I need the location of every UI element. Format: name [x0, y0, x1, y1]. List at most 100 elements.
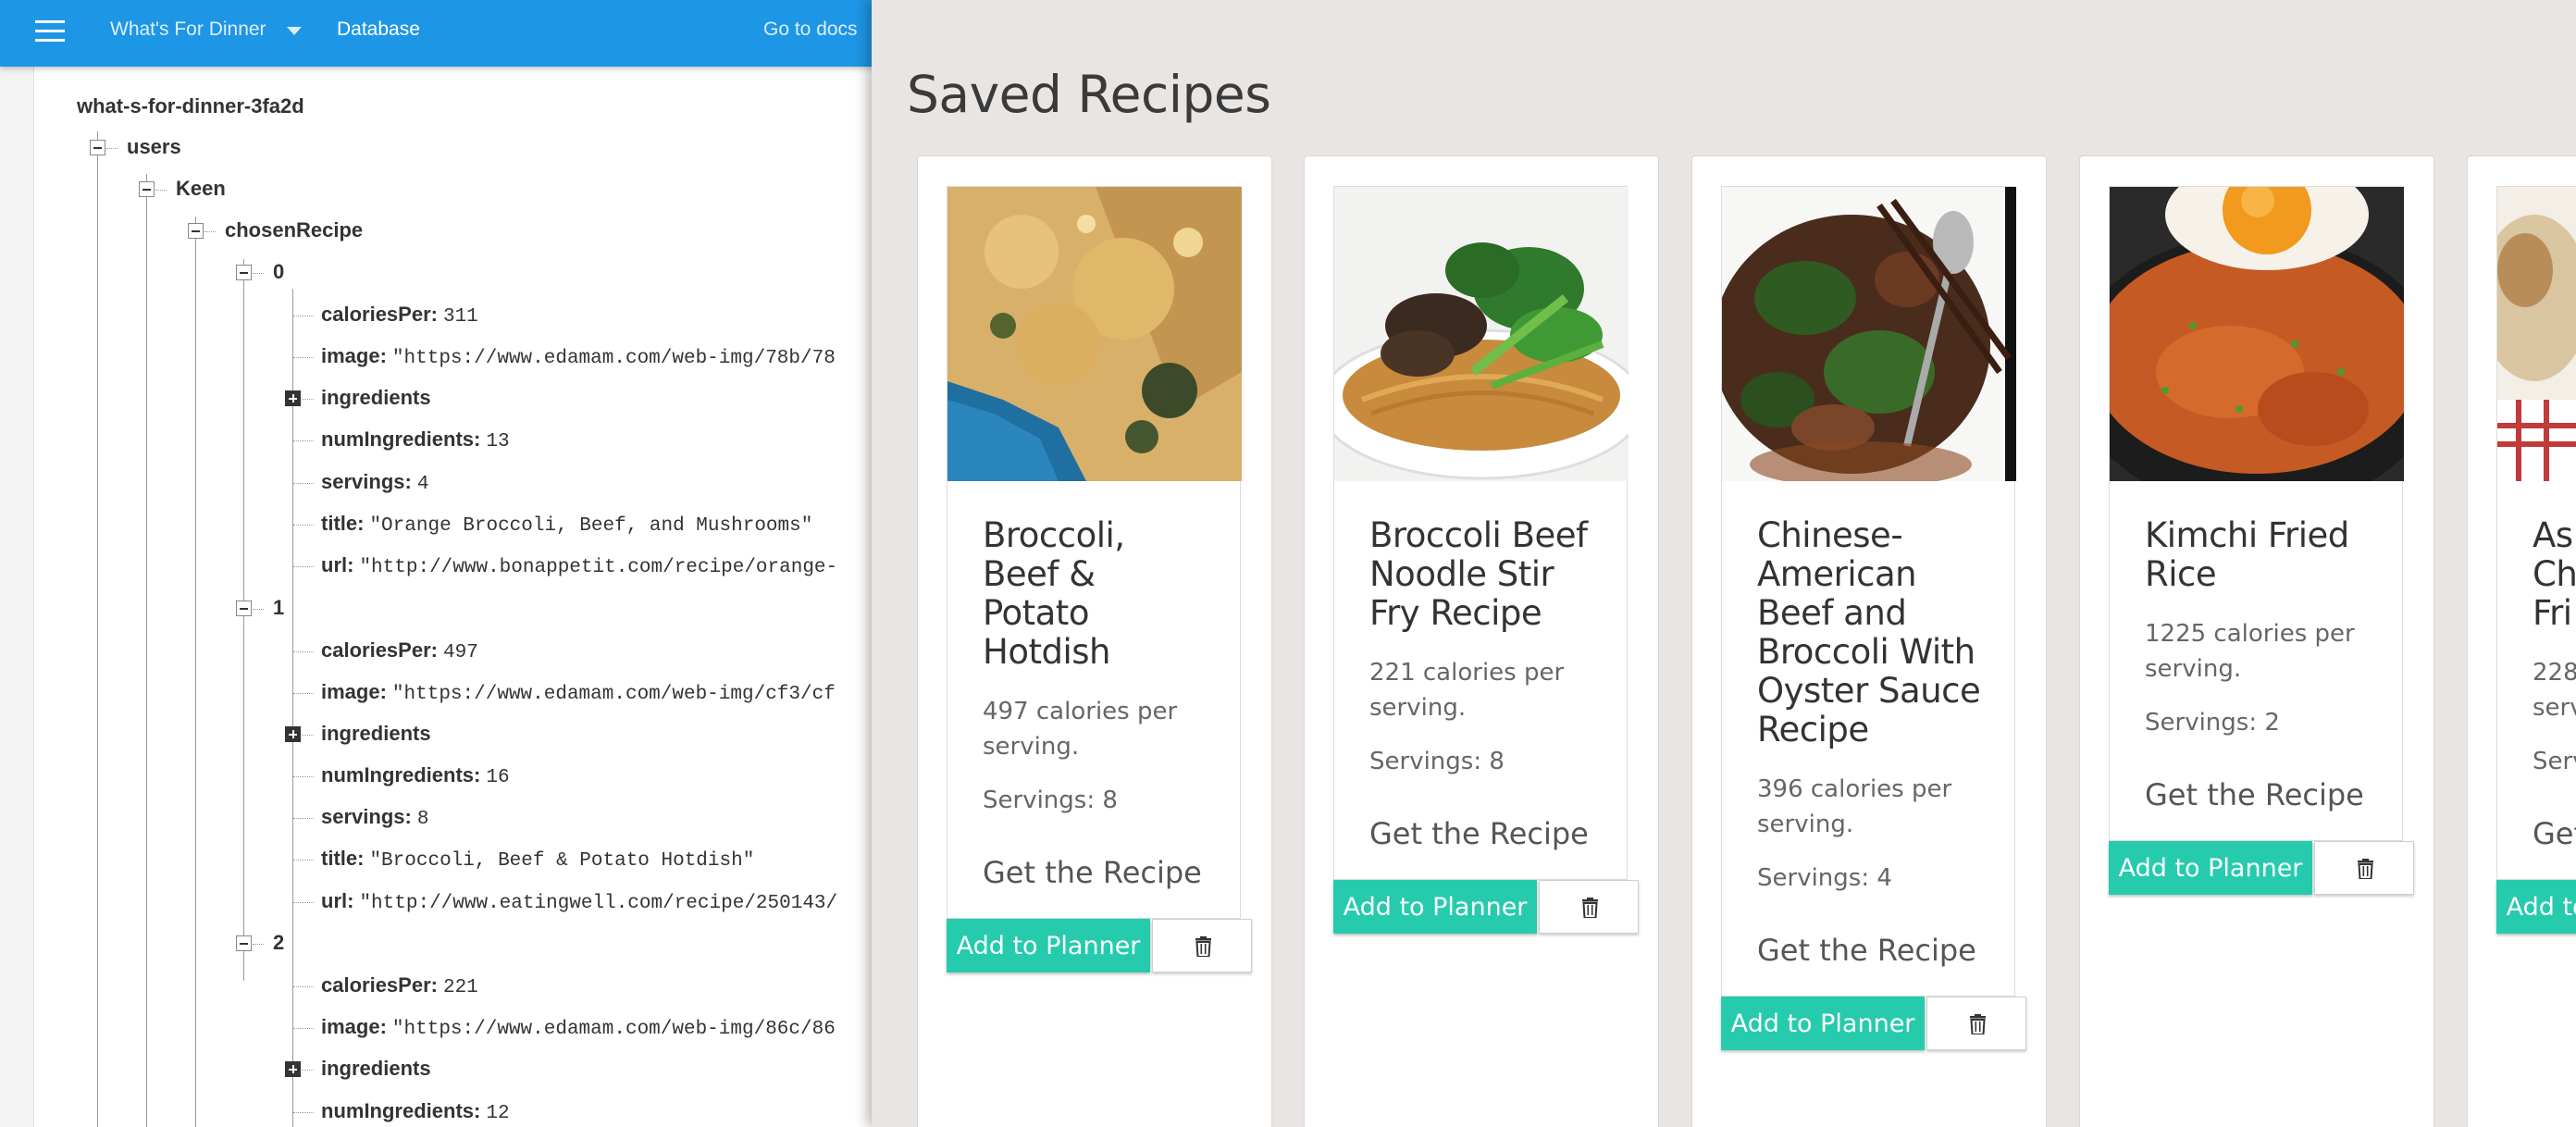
tree-leaf[interactable]: numIngredients: 16	[321, 763, 510, 788]
page-title: Saved Recipes	[907, 65, 1271, 124]
collapse-user-toggle[interactable]	[139, 181, 155, 197]
add-to-planner-button[interactable]: Add to Planner	[2109, 841, 2312, 895]
delete-button[interactable]	[1152, 919, 1252, 972]
tree-node-item[interactable]: 0	[273, 260, 284, 284]
get-recipe-link[interactable]: Get the Recipe	[2145, 777, 2369, 812]
menu-icon[interactable]	[35, 20, 67, 44]
collapse-item-toggle[interactable]	[236, 935, 252, 951]
recipe-image-partial[interactable]	[2497, 187, 2576, 481]
expand-ingredients-toggle[interactable]	[285, 1061, 301, 1077]
trash-icon	[1970, 1014, 1986, 1034]
recipe-card: Chinese-American Beef and Broccoli With …	[1691, 155, 2047, 1127]
get-recipe-link[interactable]: Get	[2533, 816, 2576, 851]
tree-leaf[interactable]: servings: 4	[321, 470, 428, 495]
expand-ingredients-toggle[interactable]	[285, 726, 301, 742]
tree-leaf[interactable]: image: "https://www.edamam.com/web-img/cf…	[321, 680, 836, 705]
recipe-card-content: Broccoli Beef Noodle Stir Fry Recipe 221…	[1333, 186, 1639, 934]
tree-node-collection[interactable]: chosenRecipe	[225, 218, 363, 242]
collapse-item-toggle[interactable]	[236, 601, 252, 616]
tree-root[interactable]: what-s-for-dinner-3fa2d	[77, 94, 304, 118]
expand-ingredients-toggle[interactable]	[285, 390, 301, 406]
recipe-calories: 1225 calories per serving.	[2145, 620, 2355, 683]
recipe-card: Asi Ch Fri 228 serv Serv Get Add to Plan…	[2467, 155, 2576, 1127]
delete-button[interactable]	[2314, 841, 2414, 895]
recipe-body: Chinese-American Beef and Broccoli With …	[1722, 481, 2014, 996]
tree-leaf[interactable]: numIngredients: 13	[321, 427, 510, 452]
card-actions: Add to Planner	[947, 919, 1252, 972]
recipe-calories: 497 calories per serving.	[983, 698, 1178, 761]
get-recipe-link[interactable]: Get the Recipe	[983, 855, 1207, 890]
recipe-image-fried-rice[interactable]	[2110, 187, 2404, 481]
add-to-planner-button[interactable]: Add to Planner	[1721, 997, 1925, 1050]
recipe-servings: Servings: 4	[1757, 864, 1892, 892]
add-to-planner-button[interactable]: Add to Planner	[1333, 880, 1537, 934]
get-recipe-link[interactable]: Get the Recipe	[1369, 816, 1593, 851]
recipe-servings: Servings: 8	[983, 786, 1118, 814]
recipe-image-beef-broccoli[interactable]	[1722, 187, 2016, 481]
recipe-servings: Serv	[2533, 748, 2576, 775]
trash-icon	[1195, 936, 1211, 957]
add-to-planner-button[interactable]: Add to Planner	[947, 919, 1150, 972]
card-actions: Add to Planner	[1333, 880, 1639, 934]
tree-leaf[interactable]: numIngredients: 12	[321, 1099, 510, 1124]
tree-node-ingredients[interactable]: ingredients	[321, 1057, 431, 1081]
recipe-card-content: Broccoli, Beef & Potato Hotdish 497 calo…	[947, 186, 1252, 972]
recipe-title: Broccoli Beef Noodle Stir Fry Recipe	[1369, 515, 1588, 633]
tree-node-ingredients[interactable]: ingredients	[321, 386, 431, 410]
tree-leaf[interactable]: caloriesPer: 221	[321, 973, 478, 998]
trash-icon	[2358, 859, 2373, 879]
recipe-body: Asi Ch Fri 228 serv Serv Get	[2497, 481, 2576, 879]
project-selector[interactable]: What's For Dinner	[110, 19, 266, 41]
recipe-image-casserole[interactable]	[947, 187, 1242, 481]
collapse-collection-toggle[interactable]	[188, 223, 204, 239]
delete-button[interactable]	[1539, 880, 1639, 934]
tree-node-ingredients[interactable]: ingredients	[321, 722, 431, 746]
tree-node-item[interactable]: 1	[273, 596, 284, 620]
recipe-calories: 396 calories per serving.	[1757, 775, 1952, 838]
tree-leaf[interactable]: title: "Broccoli, Beef & Potato Hotdish"	[321, 847, 754, 872]
trash-icon	[1582, 898, 1598, 918]
tree-leaf[interactable]: image: "https://www.edamam.com/web-img/78…	[321, 344, 836, 369]
delete-button[interactable]	[1926, 997, 2026, 1050]
recipe-card-content: Chinese-American Beef and Broccoli With …	[1721, 186, 2026, 1050]
recipe-calories: 228 serv	[2533, 659, 2576, 722]
recipe-card: Kimchi Fried Rice 1225 calories per serv…	[2079, 155, 2434, 1127]
section-title: Database	[337, 19, 420, 40]
collapse-item-toggle[interactable]	[236, 265, 252, 280]
saved-recipes-panel: Saved Recipes Broccoli, Beef & Potato Ho…	[872, 0, 2576, 1127]
add-to-planner-button[interactable]: Add to Planner	[2496, 880, 2576, 934]
tree-leaf[interactable]: url: "http://www.eatingwell.com/recipe/25…	[321, 889, 837, 914]
recipe-calories: 221 calories per serving.	[1369, 659, 1565, 722]
firebase-console: What's For Dinner Database Go to docs wh…	[0, 0, 874, 1127]
database-tree: what-s-for-dinner-3fa2d users Keen chose…	[33, 67, 874, 1127]
recipe-title: Broccoli, Beef & Potato Hotdish	[983, 515, 1125, 672]
recipe-card: Broccoli, Beef & Potato Hotdish 497 calo…	[917, 155, 1272, 1127]
recipe-image-noodles[interactable]	[1334, 187, 1629, 481]
docs-link[interactable]: Go to docs	[763, 19, 858, 41]
collapse-users-toggle[interactable]	[90, 140, 105, 155]
card-actions: Add to Planner	[1721, 997, 2026, 1050]
tree-leaf[interactable]: url: "http://www.bonappetit.com/recipe/or…	[321, 553, 837, 578]
recipe-body: Broccoli Beef Noodle Stir Fry Recipe 221…	[1334, 481, 1627, 879]
tree-leaf[interactable]: servings: 8	[321, 805, 428, 830]
tree-node-users[interactable]: users	[127, 135, 181, 159]
recipe-title: Chinese-American Beef and Broccoli With …	[1757, 515, 1981, 749]
tree-leaf[interactable]: title: "Orange Broccoli, Beef, and Mushro…	[321, 512, 812, 537]
tree-node-user[interactable]: Keen	[176, 177, 226, 201]
recipe-body: Kimchi Fried Rice 1225 calories per serv…	[2110, 481, 2402, 840]
recipe-title: Asi Ch Fri	[2533, 515, 2576, 633]
caret-down-icon[interactable]	[287, 27, 302, 35]
tree-leaf[interactable]: image: "https://www.edamam.com/web-img/86…	[321, 1015, 836, 1040]
recipe-servings: Servings: 8	[1369, 748, 1505, 775]
recipe-card-content: Asi Ch Fri 228 serv Serv Get Add to Plan…	[2496, 186, 2576, 934]
console-toolbar: What's For Dinner Database Go to docs	[0, 0, 874, 67]
tree-leaf[interactable]: caloriesPer: 497	[321, 638, 478, 663]
recipe-card-content: Kimchi Fried Rice 1225 calories per serv…	[2109, 186, 2414, 895]
recipe-title: Kimchi Fried Rice	[2145, 515, 2349, 594]
recipe-card: Broccoli Beef Noodle Stir Fry Recipe 221…	[1304, 155, 1659, 1127]
tree-leaf[interactable]: caloriesPer: 311	[321, 303, 478, 328]
card-actions: Add to Planner	[2109, 841, 2414, 895]
get-recipe-link[interactable]: Get the Recipe	[1757, 933, 1981, 968]
card-actions: Add to Planner	[2496, 880, 2576, 934]
tree-node-item[interactable]: 2	[273, 931, 284, 955]
